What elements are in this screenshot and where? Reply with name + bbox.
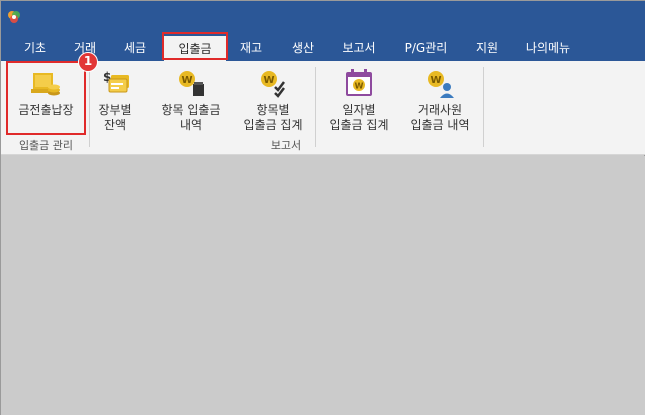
ribbon-separator [315,67,316,147]
item-history-icon: W [179,71,204,96]
tab-reports[interactable]: 보고서 [335,35,383,61]
calendar-summary-button[interactable]: W 일자별 입출금 집계 [321,61,397,137]
ledger-balance-button[interactable]: $ 장부별 잔액 [91,61,139,137]
ledger-balance-label: 장부별 잔액 [98,103,132,132]
menu-tab-bar: 기초 거래 세금 입출금 재고 생산 보고서 P/G관리 지원 나의메뉴 [1,35,645,61]
staff-history-icon: W [428,71,454,98]
item-history-button[interactable]: W 항목 입출금 내역 [151,61,231,137]
item-summary-label: 항목별 입출금 집계 [243,103,303,132]
app-window: 기초 거래 세금 입출금 재고 생산 보고서 P/G관리 지원 나의메뉴 금전출… [0,0,645,415]
item-summary-button[interactable]: W 항목별 입출금 집계 [233,61,313,137]
tab-basic[interactable]: 기초 [15,35,55,61]
tab-inventory[interactable]: 재고 [231,35,271,61]
staff-history-label: 거래사원 입출금 내역 [410,103,470,132]
tab-pg-management[interactable]: P/G관리 [397,35,455,61]
calendar-summary-icon: W [346,69,372,96]
tab-production[interactable]: 생산 [283,35,323,61]
group-label-reports: 보고서 [270,139,302,152]
tab-support[interactable]: 지원 [467,35,507,61]
tab-tax[interactable]: 세금 [115,35,155,61]
step-badge: 1 [78,52,98,72]
calendar-summary-label: 일자별 입출금 집계 [329,103,389,132]
tab-my-menu[interactable]: 나의메뉴 [517,35,579,61]
group-label-management: 입출금 관리 [18,139,74,152]
ribbon-separator [483,67,484,147]
staff-history-button[interactable]: W 거래사원 입출금 내역 [401,61,479,137]
app-logo-icon [8,11,20,23]
svg-text:W: W [263,75,274,86]
tab-highlight-box [162,32,228,60]
svg-text:W: W [355,82,364,91]
ribbon-separator [89,67,90,147]
svg-text:W: W [430,75,441,86]
title-bar [1,1,645,35]
ribbon-panel: 금전출납장 입출금 관리 $ 장부별 잔액 W 항목 입출금 내역 W 항목별 … [1,61,645,155]
ledger-balance-icon: $ [103,70,129,93]
svg-text:W: W [181,75,192,86]
button-highlight-box [6,61,86,135]
item-summary-icon: W [261,71,285,98]
item-history-label: 항목 입출금 내역 [161,103,221,132]
workspace-area [1,156,645,415]
